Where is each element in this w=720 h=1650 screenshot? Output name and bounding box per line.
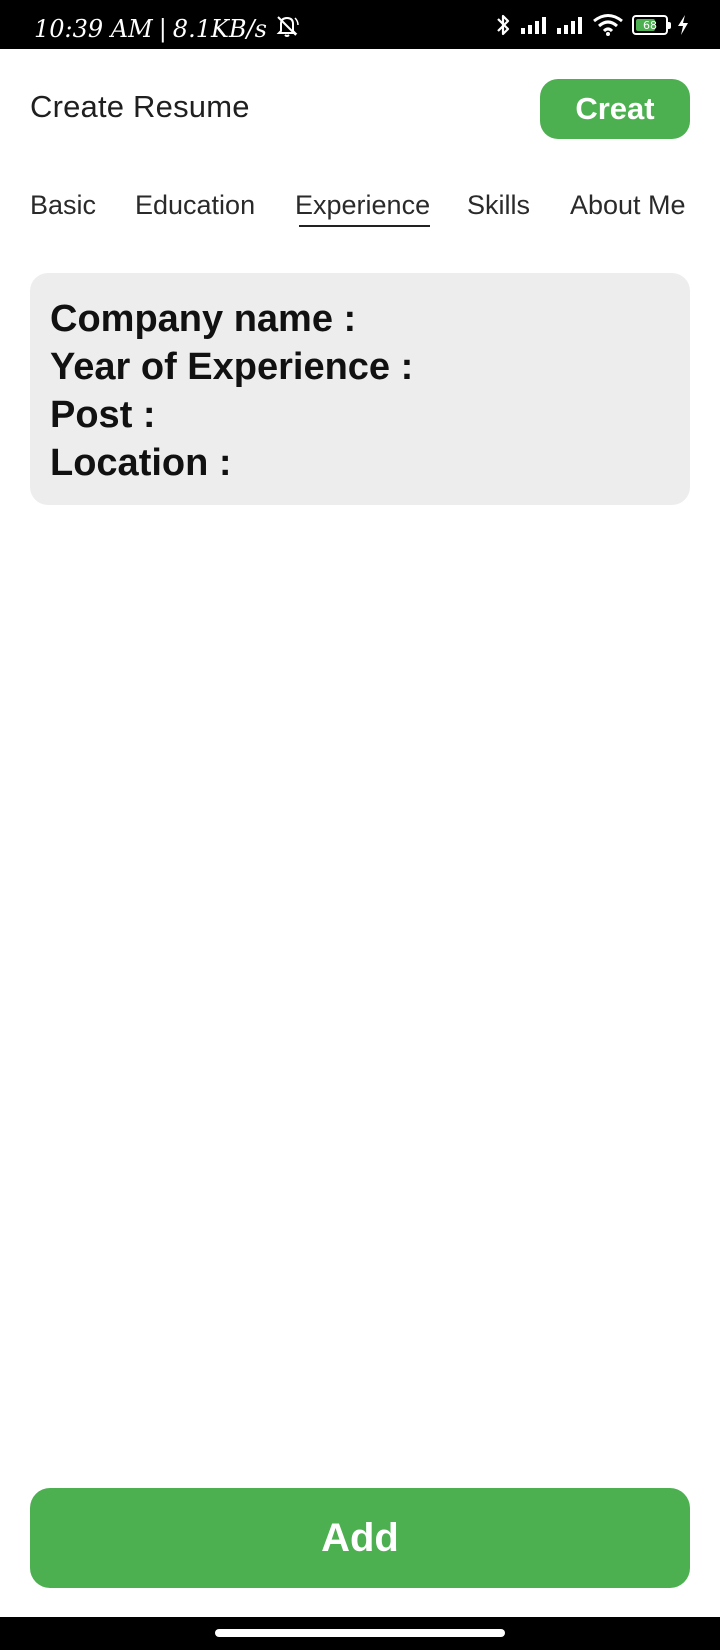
charging-icon (676, 14, 690, 36)
tab-basic[interactable]: Basic (30, 190, 96, 221)
location-label: Location : (50, 442, 232, 484)
status-right: 68 (494, 10, 690, 40)
experience-card[interactable]: Company name : Year of Experience : Post… (30, 273, 690, 505)
years-of-experience-label: Year of Experience : (50, 346, 414, 388)
battery-level: 68 (643, 18, 657, 32)
navigation-bar (0, 1617, 720, 1650)
active-tab-underline (299, 225, 431, 227)
tab-bar: Basic Education Experience Skills About … (0, 180, 720, 240)
tab-label: Basic (30, 190, 97, 220)
company-name-label: Company name : (50, 298, 357, 340)
network-speed: 8.1KB/s (172, 15, 267, 43)
tab-education[interactable]: Education (135, 190, 255, 221)
tab-skills[interactable]: Skills (467, 190, 530, 221)
signal-icon (520, 15, 548, 35)
home-indicator[interactable] (215, 1629, 505, 1637)
status-bar: 10:39 AM | 8.1KB/s 68 (0, 0, 720, 49)
bluetooth-icon (494, 12, 512, 38)
tab-label: Experience (295, 190, 431, 220)
tab-about-me[interactable]: About Me (570, 190, 686, 221)
create-button[interactable]: Creat (540, 79, 690, 139)
battery-nub (668, 22, 671, 29)
page-title: Create Resume (30, 89, 250, 124)
add-button[interactable]: Add (30, 1488, 690, 1588)
tab-label: About Me (570, 190, 686, 220)
tab-label: Skills (467, 190, 531, 220)
post-label: Post : (50, 394, 156, 436)
app-header: Create Resume Creat (0, 49, 720, 169)
muted-bell-icon (273, 13, 301, 45)
tab-label: Education (135, 190, 256, 220)
signal-icon (556, 15, 584, 35)
status-time: 10:39 AM (34, 15, 153, 43)
tab-experience[interactable]: Experience (295, 190, 431, 227)
wifi-icon (592, 13, 624, 37)
status-separator: | (158, 15, 167, 43)
status-left: 10:39 AM | 8.1KB/s (34, 14, 301, 44)
battery-icon: 68 (632, 15, 671, 35)
